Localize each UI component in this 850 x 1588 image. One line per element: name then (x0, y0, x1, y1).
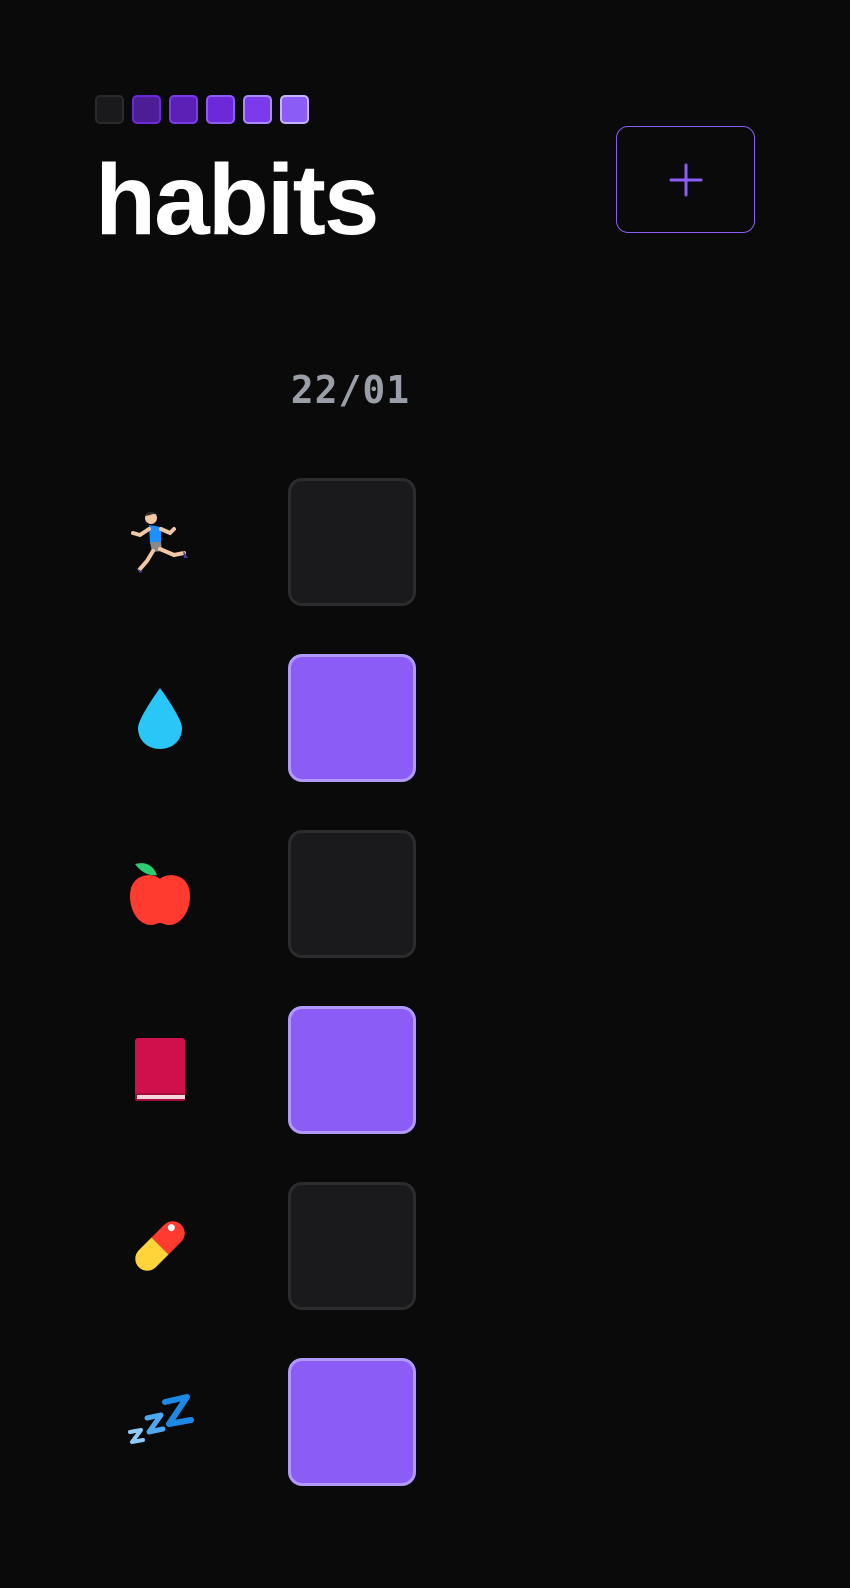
habit-checkbox[interactable] (288, 1358, 416, 1486)
habit-row (0, 1182, 850, 1310)
apple-icon (118, 854, 202, 934)
plus-icon (669, 163, 703, 197)
habit-row (0, 1006, 850, 1134)
water-drop-icon (118, 678, 202, 758)
add-habit-button[interactable] (616, 126, 755, 233)
habit-row (0, 1358, 850, 1486)
logo-square (280, 95, 309, 124)
runner-icon (118, 502, 202, 582)
book-icon (118, 1030, 202, 1110)
logo-square (95, 95, 124, 124)
habit-checkbox[interactable] (288, 1006, 416, 1134)
pill-icon (118, 1206, 202, 1286)
habit-checkbox[interactable] (288, 1182, 416, 1310)
date-column-header: 22/01 (290, 368, 411, 412)
page-title: habits (95, 144, 379, 256)
sleep-zzz-icon (118, 1382, 202, 1462)
habit-checkbox[interactable] (288, 654, 416, 782)
logo-square (243, 95, 272, 124)
habit-checkbox[interactable] (288, 478, 416, 606)
habit-row (0, 830, 850, 958)
logo-square (132, 95, 161, 124)
logo-square (206, 95, 235, 124)
habit-row (0, 654, 850, 782)
app-logo (95, 95, 309, 124)
habit-checkbox[interactable] (288, 830, 416, 958)
habit-row (0, 478, 850, 606)
logo-square (169, 95, 198, 124)
